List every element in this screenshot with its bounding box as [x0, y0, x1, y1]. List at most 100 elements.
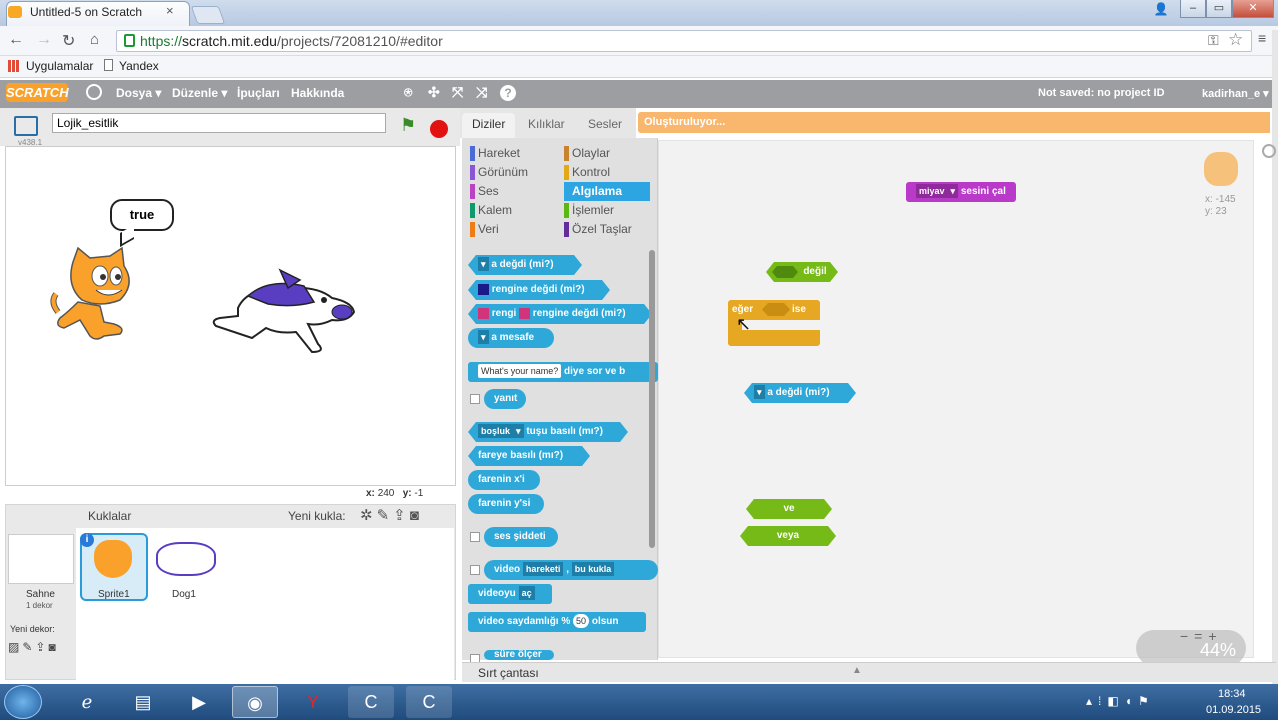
- answer-checkbox[interactable]: [470, 394, 480, 404]
- if-condition-slot[interactable]: [762, 303, 790, 316]
- and-block[interactable]: ve: [746, 499, 832, 519]
- cat-sprite[interactable]: [48, 246, 140, 344]
- category-operators[interactable]: İşlemler: [564, 201, 650, 220]
- minimize-button[interactable]: –: [1180, 0, 1206, 18]
- sprite-y-readout: y: 23: [1205, 206, 1227, 217]
- backpack-label: Sırt çantası: [478, 666, 539, 680]
- menu-icon[interactable]: ≡: [1258, 30, 1266, 46]
- category-looks[interactable]: Görünüm: [470, 163, 560, 182]
- delete-tool-icon[interactable]: ✣: [428, 84, 440, 101]
- key-icon[interactable]: ⚿: [1208, 32, 1219, 49]
- duplicate-icon[interactable]: ⍟: [404, 84, 412, 101]
- if-block-mouth: [742, 320, 820, 330]
- camtasia-icon-2[interactable]: C: [406, 686, 452, 718]
- close-window-button[interactable]: ✕: [1232, 0, 1274, 18]
- star-icon[interactable]: ☆: [1228, 30, 1243, 50]
- video-motion-block[interactable]: video hareketi , bu kukla: [484, 560, 658, 580]
- stage-thumbnail[interactable]: [8, 534, 74, 584]
- cat-thumb-icon: [94, 540, 132, 578]
- chrome-icon[interactable]: ◉: [232, 686, 278, 718]
- page-scrollbar[interactable]: [1272, 30, 1278, 684]
- tray-icons[interactable]: ▴⁞◧◖⚑: [1086, 694, 1155, 708]
- distance-block[interactable]: ▾ a mesafe: [468, 328, 554, 348]
- grow-icon[interactable]: ⤧: [452, 84, 463, 101]
- categories-right: Olaylar Kontrol Algılama İşlemler Özel T…: [564, 144, 650, 239]
- category-events[interactable]: Olaylar: [564, 144, 650, 163]
- timer-block[interactable]: süre ölçer: [484, 650, 554, 660]
- category-control[interactable]: Kontrol: [564, 163, 650, 182]
- user-menu[interactable]: kadirhan_e ▾: [1202, 87, 1269, 100]
- tab-close-icon[interactable]: ×: [166, 3, 174, 18]
- tab-scripts[interactable]: Diziler: [462, 113, 516, 139]
- menu-file[interactable]: Dosya ▾: [116, 86, 161, 100]
- backdrop-tools-icon[interactable]: ▨✎⇪◙: [8, 640, 59, 654]
- not-slot[interactable]: [772, 266, 798, 278]
- info-icon[interactable]: i: [80, 533, 94, 547]
- answer-block[interactable]: yanıt: [484, 389, 526, 409]
- explorer-icon[interactable]: ▤: [120, 686, 166, 718]
- category-sensing[interactable]: Algılama: [564, 182, 650, 201]
- bookmark-yandex[interactable]: Yandex: [119, 59, 159, 73]
- menu-edit[interactable]: Düzenle ▾: [172, 86, 227, 100]
- scratch-logo[interactable]: SCRATCH: [6, 83, 69, 102]
- maximize-button[interactable]: ▭: [1206, 0, 1232, 18]
- zoom-scroll-icon[interactable]: [1262, 144, 1276, 158]
- user-icon[interactable]: 👤: [1146, 0, 1176, 20]
- category-more-blocks[interactable]: Özel Taşlar: [564, 220, 650, 239]
- sprite-x-readout: x: -145: [1205, 194, 1236, 205]
- yandex-icon[interactable]: Y: [290, 686, 336, 718]
- dog-thumb-icon[interactable]: [156, 542, 216, 576]
- ask-block[interactable]: What's your name? diye sor ve b: [468, 362, 658, 382]
- forward-icon[interactable]: →: [36, 31, 52, 49]
- menu-about[interactable]: Hakkında: [291, 86, 344, 100]
- reload-icon[interactable]: ↻: [62, 31, 75, 51]
- touching-color-block[interactable]: rengine değdi (mi?): [468, 280, 610, 300]
- video-checkbox[interactable]: [470, 565, 480, 575]
- sprite-corner-icon: [1204, 152, 1238, 186]
- backpack-expand-icon[interactable]: ▲: [852, 665, 862, 676]
- play-sound-block[interactable]: miyav ▾ sesini çal: [906, 182, 1016, 202]
- script-touching-block[interactable]: ▾ a değdi (mi?): [744, 383, 856, 403]
- or-block[interactable]: veya: [740, 526, 836, 546]
- mouse-down-block[interactable]: fareye basılı (mı?): [468, 446, 590, 466]
- categories-left: Hareket Görünüm Ses Kalem Veri: [470, 144, 560, 239]
- camtasia-icon-1[interactable]: C: [348, 686, 394, 718]
- mouse-y-block[interactable]: farenin y'si: [468, 494, 544, 514]
- globe-icon[interactable]: [86, 84, 102, 100]
- script-area[interactable]: [658, 140, 1254, 658]
- backpack-bar[interactable]: [462, 662, 1276, 682]
- tab-costumes[interactable]: Kılıklar: [518, 113, 575, 139]
- color-touching-color-block[interactable]: rengi rengine değdi (mi?): [468, 304, 652, 324]
- video-on-block[interactable]: videoyu aç: [468, 584, 552, 604]
- stop-icon[interactable]: [430, 120, 448, 138]
- dog-sprite[interactable]: [208, 268, 358, 356]
- zoom-readout: 44%: [1200, 640, 1237, 660]
- category-data[interactable]: Veri: [470, 220, 560, 239]
- touching-block[interactable]: ▾ a değdi (mi?): [468, 255, 582, 275]
- green-flag-icon[interactable]: ⚑: [400, 116, 418, 134]
- ie-icon[interactable]: ℯ: [64, 686, 110, 718]
- start-button[interactable]: [4, 685, 42, 719]
- media-player-icon[interactable]: ▶: [176, 686, 222, 718]
- back-icon[interactable]: ←: [8, 31, 24, 49]
- loudness-checkbox[interactable]: [470, 532, 480, 542]
- key-pressed-block[interactable]: boşluk ▾ tuşu basılı (mı?): [468, 422, 628, 442]
- video-transparency-block[interactable]: video saydamlığı % 50 olsun: [468, 612, 646, 632]
- sprite-name-input[interactable]: Lojik_esitlik: [52, 113, 386, 133]
- category-pen[interactable]: Kalem: [470, 201, 560, 220]
- menu-tips[interactable]: İpuçları: [237, 86, 280, 100]
- home-icon[interactable]: ⌂: [90, 31, 99, 48]
- help-icon[interactable]: ?: [500, 85, 516, 101]
- loudness-block[interactable]: ses şiddeti: [484, 527, 558, 547]
- tab-sounds[interactable]: Sesler: [578, 113, 632, 139]
- apps-icon[interactable]: [8, 60, 20, 72]
- shrink-icon[interactable]: ⤨: [476, 84, 487, 101]
- fullscreen-icon[interactable]: [14, 116, 38, 136]
- category-sound[interactable]: Ses: [470, 182, 560, 201]
- category-motion[interactable]: Hareket: [470, 144, 560, 163]
- new-sprite-tools-icon[interactable]: ✲✎⇪◙: [360, 506, 423, 524]
- palette-scrollbar[interactable]: [649, 250, 655, 548]
- url-text: https://scratch.mit.edu/projects/7208121…: [140, 33, 443, 49]
- bookmark-apps[interactable]: Uygulamalar: [26, 59, 93, 73]
- mouse-x-block[interactable]: farenin x'i: [468, 470, 540, 490]
